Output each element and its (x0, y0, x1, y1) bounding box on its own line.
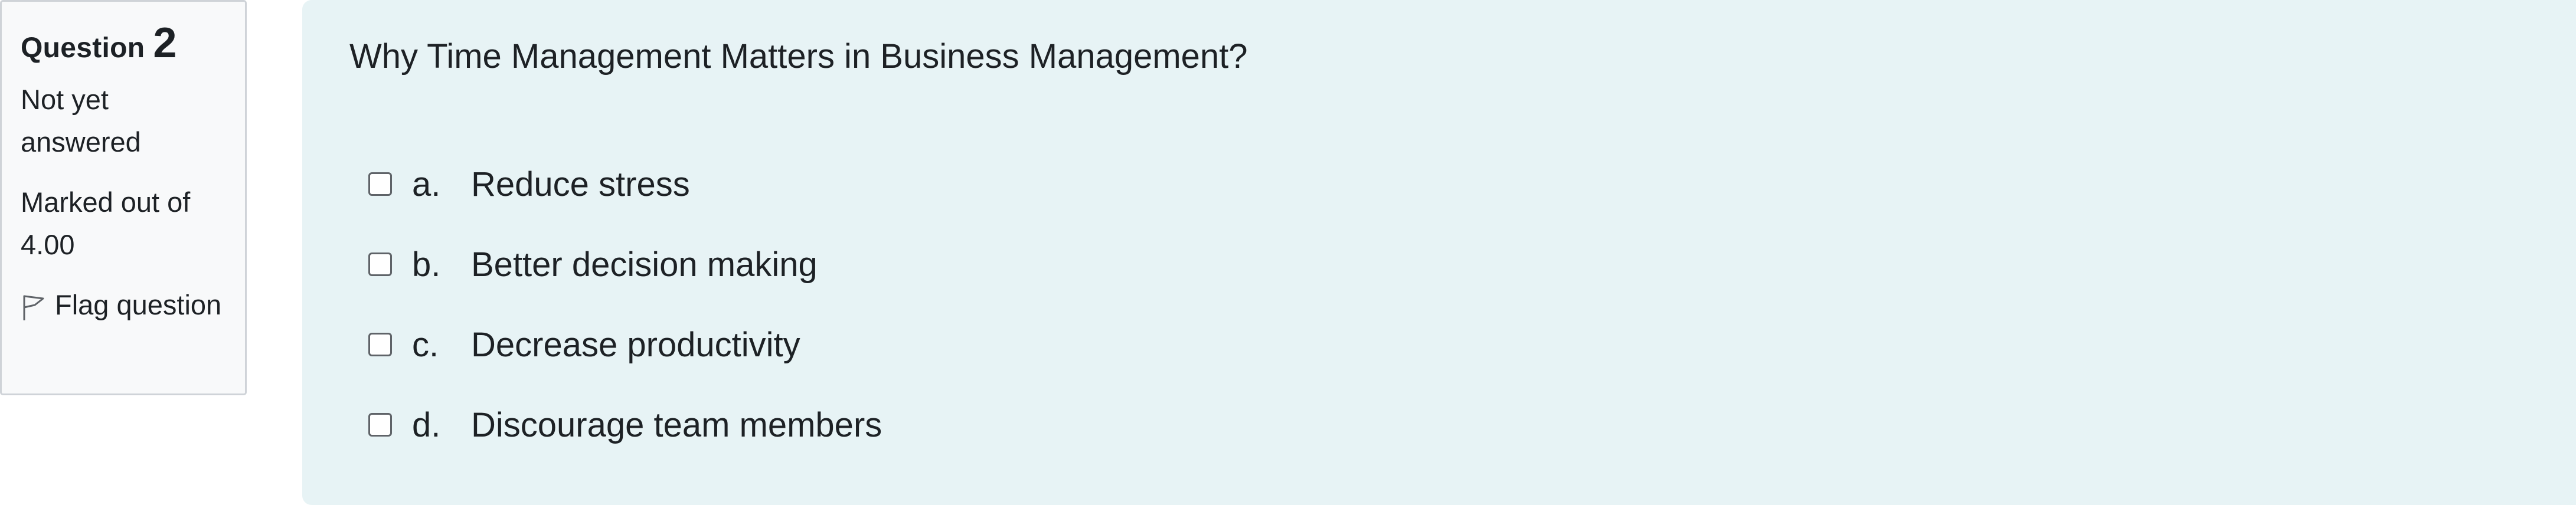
question-grade: Marked out of 4.00 (21, 186, 191, 260)
answer-options: a. Reduce stress b. Better decision maki… (368, 144, 882, 465)
flag-question-label: Flag question (55, 289, 222, 320)
answer-option-b[interactable]: b. Better decision making (368, 224, 882, 304)
flag-icon (21, 291, 47, 320)
answer-letter-d: d. (412, 405, 441, 444)
answer-checkbox-b[interactable] (368, 252, 392, 276)
answer-letter-b: b. (412, 245, 441, 284)
answer-label-d[interactable]: Discourage team members (471, 405, 882, 445)
answer-checkbox-c[interactable] (368, 333, 392, 356)
question-label: Question (21, 32, 145, 64)
answer-label-a[interactable]: Reduce stress (471, 165, 690, 204)
answer-option-d[interactable]: d. Discourage team members (368, 385, 882, 465)
answer-label-c[interactable]: Decrease productivity (471, 325, 800, 365)
answer-checkbox-a[interactable] (368, 172, 392, 196)
question-state: Not yet answered (21, 84, 141, 158)
question-number: 2 (153, 19, 177, 67)
question-content-panel: Why Time Management Matters in Business … (302, 0, 2576, 505)
answer-letter-c: c. (412, 325, 439, 364)
answer-checkbox-d[interactable] (368, 413, 392, 437)
question-text: Why Time Management Matters in Business … (349, 37, 1248, 76)
flag-question-button[interactable]: Flag question (21, 284, 226, 326)
answer-label-b[interactable]: Better decision making (471, 245, 818, 284)
answer-option-a[interactable]: a. Reduce stress (368, 144, 882, 224)
answer-option-c[interactable]: c. Decrease productivity (368, 304, 882, 385)
question-info-panel: Question 2 Not yet answered Marked out o… (0, 0, 247, 395)
answer-letter-a: a. (412, 165, 441, 204)
question-number-heading: Question 2 (21, 22, 226, 64)
